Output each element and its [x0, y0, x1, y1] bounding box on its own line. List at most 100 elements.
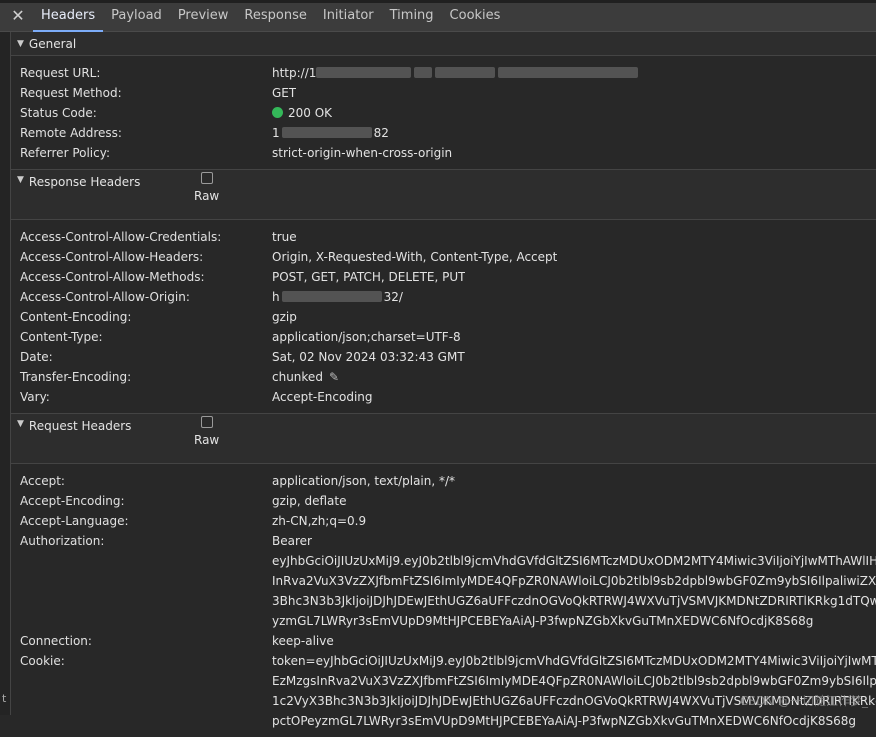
tab-preview[interactable]: Preview	[170, 0, 237, 31]
raw-toggle[interactable]: Raw	[194, 172, 219, 203]
header-value[interactable]: GET	[272, 86, 296, 100]
tab-response[interactable]: Response	[236, 0, 314, 31]
header-row: Request Method: GET	[20, 83, 876, 103]
headers-panel: ▼ General Request URL: http://1 Request …	[10, 32, 876, 728]
header-value[interactable]: application/json;charset=UTF-8	[272, 330, 461, 344]
redacted-block	[281, 291, 382, 302]
transfer-encoding-text: chunked	[272, 370, 323, 384]
header-value[interactable]: application/json, text/plain, */*	[272, 474, 455, 488]
header-value[interactable]: 1 82	[272, 126, 389, 140]
url-text: http://1	[272, 66, 317, 80]
status-text: 200 OK	[288, 106, 333, 120]
header-value[interactable]: h 32/	[272, 290, 403, 304]
section-request-headers-header[interactable]: ▼ Request Headers Raw	[11, 413, 876, 464]
header-value[interactable]: 200 OK	[272, 106, 332, 120]
header-row: Vary: Accept-Encoding	[20, 387, 876, 407]
header-name: Vary:	[20, 390, 50, 404]
header-row: Content-Encoding: gzip	[20, 307, 876, 327]
header-row: Remote Address: 1 82	[20, 123, 876, 143]
pencil-icon[interactable]: ✎	[329, 370, 339, 384]
header-row: Accept-Language: zh-CN,zh;q=0.9	[20, 511, 876, 531]
tab-headers[interactable]: Headers	[33, 0, 104, 32]
authorization-continuation[interactable]: eyJhbGciOiJIUzUxMiJ9.eyJ0b2tlbl9jcmVhdGV…	[20, 551, 876, 571]
section-title: Request Headers	[28, 419, 132, 433]
cookie-continuation[interactable]: EzMzgsInRva2VuX3VzZXJfbmFtZSI6ImIyMDE4QF…	[20, 671, 876, 691]
request-list-gutter: t	[0, 32, 10, 715]
header-name: Request Method:	[20, 86, 122, 100]
header-name: Accept:	[20, 474, 65, 488]
header-row: Access-Control-Allow-Headers: Origin, X-…	[20, 247, 876, 267]
raw-label: Raw	[194, 189, 220, 203]
origin-prefix: h	[272, 290, 280, 304]
header-value[interactable]: http://1	[272, 66, 639, 80]
header-value[interactable]: token=eyJhbGciOiJIUzUxMiJ9.eyJ0b2tlbl9jc…	[272, 654, 876, 668]
redacted-block	[316, 67, 412, 78]
header-row: Status Code: 200 OK	[20, 103, 876, 123]
origin-suffix: 32/	[383, 290, 403, 304]
header-row: Connection: keep-alive	[20, 631, 876, 651]
tab-payload[interactable]: Payload	[103, 0, 170, 31]
header-value[interactable]: Bearer	[272, 534, 312, 548]
authorization-continuation[interactable]: 3Bhc3N3b3JkIjoiJDJhJDEwJEthUGZ6aUFFczdnO…	[20, 591, 876, 611]
section-title: Response Headers	[28, 175, 141, 189]
header-name: Accept-Language:	[20, 514, 129, 528]
raw-checkbox[interactable]	[200, 172, 213, 184]
header-name: Accept-Encoding:	[20, 494, 125, 508]
header-value[interactable]: Accept-Encoding	[272, 390, 373, 404]
header-name: Status Code:	[20, 106, 97, 120]
header-name: Content-Encoding:	[20, 310, 132, 324]
address-suffix: 82	[373, 126, 389, 140]
header-row: Content-Type: application/json;charset=U…	[20, 327, 876, 347]
header-row: Access-Control-Allow-Credentials: true	[20, 227, 876, 247]
expand-triangle-icon[interactable]: ▼	[17, 39, 24, 49]
header-value[interactable]: chunked ✎	[272, 370, 339, 384]
header-value[interactable]: zh-CN,zh;q=0.9	[272, 514, 366, 528]
raw-toggle[interactable]: Raw	[194, 416, 219, 447]
header-row: Referrer Policy: strict-origin-when-cros…	[20, 143, 876, 163]
expand-triangle-icon[interactable]: ▼	[17, 419, 24, 429]
devtools-tabbar: ✕ Headers Payload Preview Response Initi…	[0, 0, 876, 32]
header-name: Access-Control-Allow-Headers:	[20, 250, 204, 264]
header-row: Accept-Encoding: gzip, deflate	[20, 491, 876, 511]
header-value[interactable]: strict-origin-when-cross-origin	[272, 146, 452, 160]
header-name: Content-Type:	[20, 330, 103, 344]
header-row: Request URL: http://1	[20, 63, 876, 83]
header-row: Accept: application/json, text/plain, */…	[20, 471, 876, 491]
close-icon[interactable]: ✕	[3, 0, 33, 31]
redacted-block	[414, 67, 433, 78]
general-rows: Request URL: http://1 Request Method: GE…	[11, 56, 876, 169]
header-name: Authorization:	[20, 534, 105, 548]
header-value[interactable]: Origin, X-Requested-With, Content-Type, …	[272, 250, 557, 264]
tab-cookies[interactable]: Cookies	[442, 0, 509, 31]
cookie-continuation[interactable]: pctOPeyzmGL7LWRyr3sEmVUpD9MtHJPCEBEYaAiA…	[20, 711, 876, 731]
raw-checkbox[interactable]	[200, 416, 213, 428]
tab-initiator[interactable]: Initiator	[315, 0, 382, 31]
header-name: Remote Address:	[20, 126, 122, 140]
address-prefix: 1	[272, 126, 280, 140]
header-value[interactable]: gzip	[272, 310, 297, 324]
authorization-continuation[interactable]: InRva2VuX3VzZXJfbmFtZSI6ImIyMDE4QFpZR0NA…	[20, 571, 876, 591]
response-header-rows: Access-Control-Allow-Credentials: true A…	[11, 220, 876, 413]
header-value[interactable]: POST, GET, PATCH, DELETE, PUT	[272, 270, 465, 284]
header-name: Date:	[20, 350, 53, 364]
header-row: Cookie: token=eyJhbGciOiJIUzUxMiJ9.eyJ0b…	[20, 651, 876, 671]
section-general-header[interactable]: ▼ General	[11, 32, 876, 56]
header-row: Date: Sat, 02 Nov 2024 03:32:43 GMT	[20, 347, 876, 367]
header-name: Referrer Policy:	[20, 146, 110, 160]
header-value[interactable]: keep-alive	[272, 634, 334, 648]
section-response-headers-header[interactable]: ▼ Response Headers Raw	[11, 169, 876, 220]
header-name: Access-Control-Allow-Origin:	[20, 290, 190, 304]
header-row: Access-Control-Allow-Origin: h 32/	[20, 287, 876, 307]
watermark: CSDN @一切随江作梦_	[739, 694, 868, 708]
redacted-block	[435, 67, 496, 78]
header-value[interactable]: Sat, 02 Nov 2024 03:32:43 GMT	[272, 350, 465, 364]
section-title: General	[28, 36, 77, 51]
expand-triangle-icon[interactable]: ▼	[17, 175, 24, 185]
raw-label: Raw	[194, 433, 220, 447]
tab-timing[interactable]: Timing	[382, 0, 442, 31]
header-value[interactable]: gzip, deflate	[272, 494, 347, 508]
header-value[interactable]: true	[272, 230, 297, 244]
authorization-continuation[interactable]: yzmGL7LWRyr3sEmVUpD9MtHJPCEBEYaAiAJ-P3fw…	[20, 611, 876, 631]
header-name: Request URL:	[20, 66, 101, 80]
status-ok-icon	[272, 107, 283, 118]
